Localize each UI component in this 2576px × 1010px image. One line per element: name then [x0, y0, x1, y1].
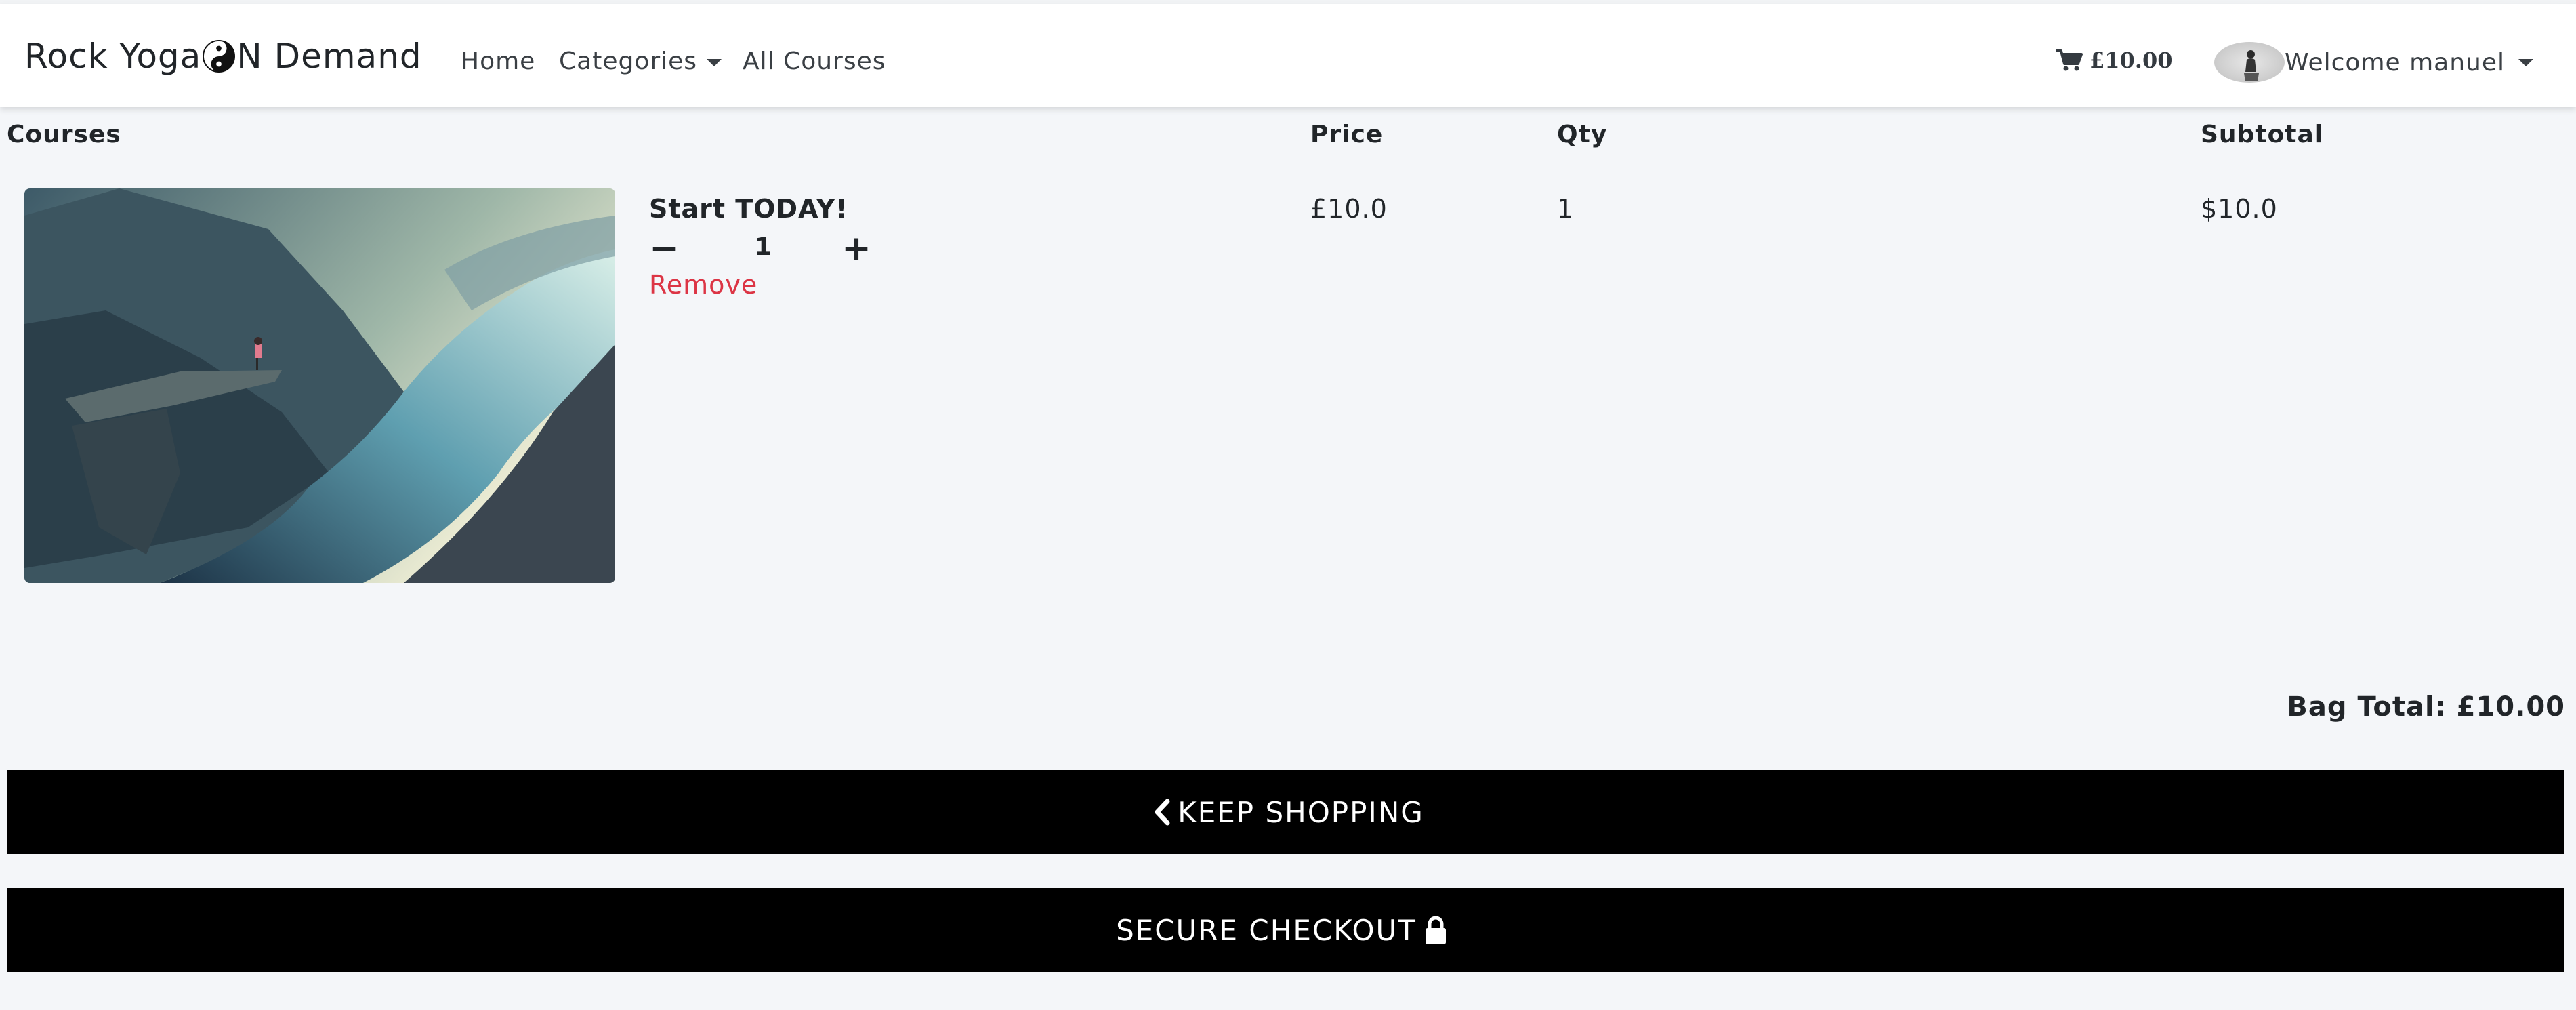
item-price: £10.0 — [1310, 194, 1388, 224]
header-courses: Courses — [7, 121, 121, 148]
caret-down-icon — [707, 58, 722, 66]
brand-logo[interactable]: Rock Yoga N Demand — [24, 37, 422, 76]
navbar: Rock Yoga N Demand Home Categories All C… — [0, 4, 2576, 107]
decrement-button[interactable]: − — [649, 231, 679, 266]
header-subtotal: Subtotal — [2201, 121, 2324, 148]
header-qty: Qty — [1557, 121, 1608, 148]
secure-checkout-button[interactable]: SECURE CHECKOUT — [7, 888, 2564, 972]
nav-all-courses[interactable]: All Courses — [743, 47, 886, 75]
cart-total: £10.00 — [2090, 47, 2173, 73]
nav-home[interactable]: Home — [461, 47, 535, 75]
header-price: Price — [1310, 121, 1384, 148]
remove-link[interactable]: Remove — [649, 270, 757, 300]
welcome-text: Welcome manuel — [2285, 48, 2506, 77]
shopping-bag-link[interactable]: £10.00 — [2056, 47, 2172, 73]
increment-button[interactable]: + — [842, 231, 871, 266]
lock-icon — [1424, 915, 1448, 945]
chevron-left-icon — [1153, 799, 1171, 826]
quantity-value[interactable]: 1 — [749, 233, 776, 261]
avatar-figure-icon — [2244, 50, 2259, 81]
course-image — [24, 188, 615, 583]
user-menu-dropdown[interactable]: Welcome manuel — [2214, 42, 2534, 83]
shopping-cart-icon — [2056, 49, 2083, 71]
yin-yang-icon — [203, 40, 236, 73]
quantity-stepper: − 1 + — [649, 231, 873, 266]
brand-text-start: Rock Yoga — [24, 37, 202, 76]
secure-checkout-label: SECURE CHECKOUT — [1116, 913, 1417, 947]
keep-shopping-button[interactable]: KEEP SHOPPING — [7, 770, 2564, 854]
item-qty: 1 — [1557, 194, 1575, 224]
keep-shopping-label: KEEP SHOPPING — [1178, 795, 1424, 829]
course-image-landscape — [24, 188, 615, 583]
item-subtotal: $10.0 — [2201, 194, 2278, 224]
nav-categories-label: Categories — [559, 47, 698, 75]
nav-categories-dropdown[interactable]: Categories — [559, 47, 722, 75]
brand-text-end: N Demand — [236, 37, 422, 76]
course-title: Start TODAY! — [649, 194, 848, 224]
avatar — [2214, 42, 2285, 83]
caret-down-icon — [2518, 58, 2534, 66]
bag-total: Bag Total: £10.00 — [2287, 691, 2565, 723]
